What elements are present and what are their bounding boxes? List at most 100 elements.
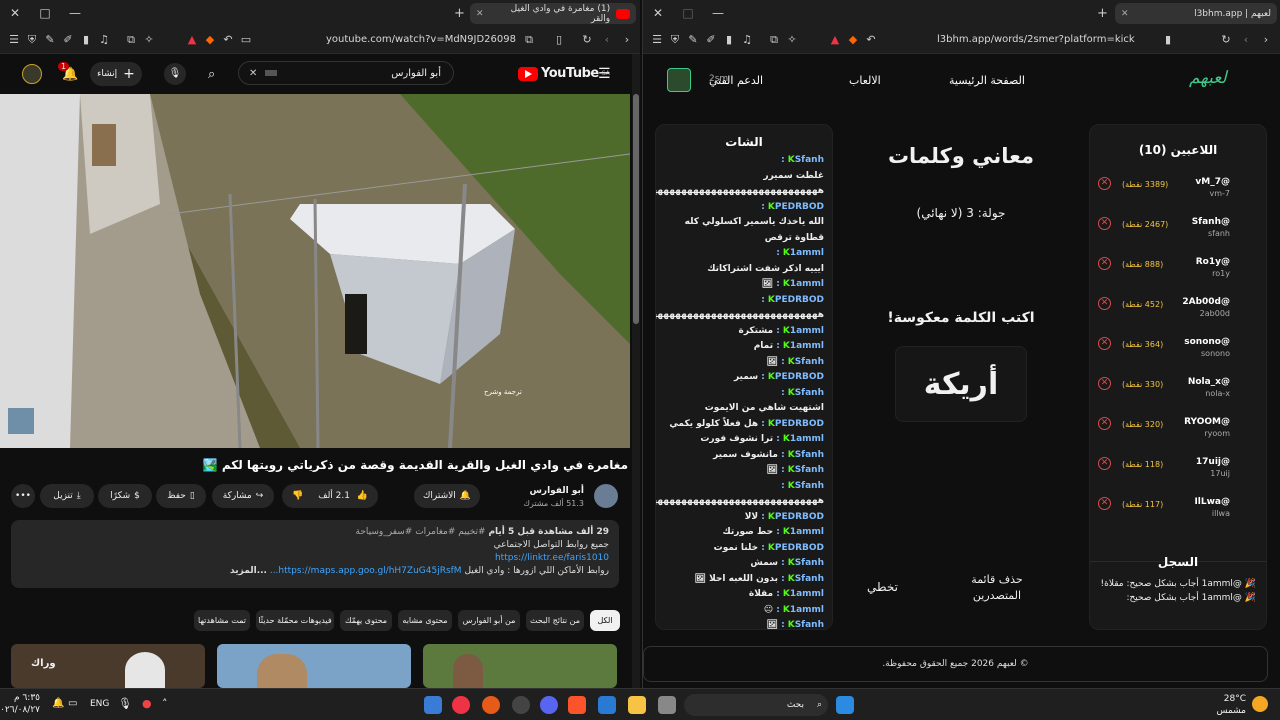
brave-icon[interactable]: ◆ — [845, 33, 861, 46]
pencil-icon[interactable]: ✐ — [703, 33, 719, 46]
remove-player-icon[interactable]: ✕ — [1098, 457, 1111, 470]
nav-back-icon[interactable]: ‹ — [599, 33, 615, 46]
chip-all[interactable]: الكل — [590, 610, 620, 631]
search-icon[interactable]: ⌕ — [208, 67, 215, 82]
remove-player-icon[interactable]: ✕ — [1098, 497, 1111, 510]
bookmark-icon[interactable]: ▯ — [551, 33, 567, 46]
search-input[interactable]: ✕ أبو الفوارس — [238, 61, 454, 85]
video-thumbnail[interactable] — [217, 644, 411, 688]
shield-icon[interactable]: ⛨ — [667, 33, 683, 47]
puzzle-icon[interactable]: ✎ — [42, 33, 58, 46]
nav-forward-icon[interactable]: › — [1258, 33, 1274, 46]
scrollbar[interactable] — [632, 54, 640, 688]
music-icon[interactable]: ♫ — [96, 33, 112, 46]
user-avatar[interactable] — [667, 68, 691, 92]
remove-player-icon[interactable]: ✕ — [1098, 377, 1111, 390]
music-icon[interactable]: ♫ — [739, 33, 755, 46]
remove-player-icon[interactable]: ✕ — [1098, 417, 1111, 430]
reload-icon[interactable]: ↻ — [1218, 33, 1234, 46]
like-icon[interactable]: 👍 — [357, 491, 368, 501]
remove-player-icon[interactable]: ✕ — [1098, 297, 1111, 310]
delete-leaderboard-button[interactable]: حذف قائمة المتصدرين — [957, 572, 1037, 604]
tab-l3bhm[interactable]: لعبهم | l3bhm.app ✕ — [1115, 3, 1277, 24]
warning-icon[interactable]: ▲ — [827, 33, 843, 46]
url-field[interactable]: l3bhm.app/words/2smer?platform=kick — [937, 34, 1135, 45]
description-box[interactable]: 29 ألف مشاهدة قبل 5 أيام #تخييم #مغامرات… — [11, 520, 619, 588]
taskbar-search[interactable]: بحث ⌕ — [684, 694, 828, 716]
reload-icon[interactable]: ↻ — [579, 33, 595, 46]
sidebar-icon[interactable]: ▮ — [78, 33, 94, 46]
maps-link[interactable]: https://maps.app.goo.gl/hH7ZuG45jRsfM... — [270, 566, 462, 576]
sidebar-icon[interactable]: ▮ — [721, 33, 737, 46]
video-thumbnail[interactable] — [423, 644, 617, 688]
share-button[interactable]: ↪ مشاركة — [212, 484, 274, 508]
word-icon[interactable] — [424, 696, 442, 714]
shield-icon[interactable]: ⛨ — [24, 33, 40, 47]
pencil-icon[interactable]: ✐ — [60, 33, 76, 46]
linktree-link[interactable]: https://linktr.ee/faris1010 — [21, 552, 609, 565]
brave-icon[interactable]: ◆ — [202, 33, 218, 46]
hamburger-menu-icon[interactable]: ☰ — [598, 66, 611, 82]
discord-icon[interactable] — [540, 696, 558, 714]
show-more-link[interactable]: ...المزيد — [230, 566, 267, 576]
chrome-icon[interactable]: ● — [142, 697, 152, 710]
new-tab-icon[interactable]: + — [1097, 6, 1108, 21]
puzzle-icon[interactable]: ✎ — [685, 33, 701, 46]
remove-player-icon[interactable]: ✕ — [1098, 337, 1111, 350]
nav-games[interactable]: الالعاب — [849, 74, 881, 87]
maximize-window-icon[interactable]: □ — [30, 6, 60, 20]
url-field[interactable]: youtube.com/watch?v=MdN9JD26098 — [326, 34, 516, 45]
chip-channel[interactable]: من أبو الفوارس — [458, 610, 520, 631]
obs-icon[interactable] — [512, 696, 530, 714]
weather-widget[interactable]: 28°C مشمس — [1216, 693, 1246, 717]
clock[interactable]: ٦:٣٥ م ٢٠٢٦/٠٨/٢٧ — [0, 692, 40, 716]
create-button[interactable]: + إنشاء — [90, 62, 142, 86]
chip-related[interactable]: محتوى مشابه — [398, 610, 452, 631]
extension-icon[interactable]: ✧ — [141, 33, 157, 46]
firefox-icon[interactable] — [482, 696, 500, 714]
dislike-icon[interactable]: 👎 — [292, 491, 303, 501]
nav-forward-icon[interactable]: › — [619, 33, 635, 46]
task-view-icon[interactable] — [658, 696, 676, 714]
subscribe-button[interactable]: 🔔 الاشتراك — [414, 484, 480, 508]
menu-icon[interactable]: ☰ — [649, 33, 665, 46]
screenshot-icon[interactable]: ⧉ — [123, 33, 139, 47]
remove-player-icon[interactable]: ✕ — [1098, 257, 1111, 270]
close-window-icon[interactable]: ✕ — [0, 6, 30, 20]
remove-player-icon[interactable]: ✕ — [1098, 177, 1111, 190]
language-indicator[interactable]: ENG — [90, 699, 109, 709]
nav-back-icon[interactable]: ‹ — [1238, 33, 1254, 46]
cast-icon[interactable]: ▭ — [238, 33, 254, 46]
chrome-app-icon[interactable] — [452, 696, 470, 714]
channel-name[interactable]: أبو الفوارس — [529, 486, 584, 496]
chip-watched[interactable]: تمت مشاهدتها — [194, 610, 250, 631]
save-button[interactable]: ▯ حفظ — [156, 484, 206, 508]
notification-bell-icon[interactable]: 🔔 — [52, 698, 64, 709]
screenshot-icon[interactable]: ⧉ — [766, 33, 782, 47]
like-count[interactable]: 2.1 ألف — [318, 491, 350, 501]
bookmark-icon[interactable]: ▮ — [1160, 33, 1176, 46]
new-tab-icon[interactable]: + — [454, 6, 465, 21]
microphone-icon[interactable]: 🎙 — [164, 63, 186, 85]
chip-search-results[interactable]: من نتائج البحث — [526, 610, 584, 631]
youtube-logo[interactable]: YouTube SA — [518, 66, 610, 81]
warning-icon[interactable]: ▲ — [184, 33, 200, 46]
more-actions-icon[interactable]: ••• — [11, 484, 35, 508]
chip-recently-uploaded[interactable]: فيديوهات محمّلة حديثًا — [256, 610, 334, 631]
minimize-window-icon[interactable]: — — [703, 6, 733, 20]
site-logo[interactable]: لعبهم — [1189, 68, 1227, 88]
keyboard-icon[interactable] — [265, 70, 277, 76]
maximize-window-icon[interactable]: □ — [673, 6, 703, 20]
menu-icon[interactable]: ☰ — [6, 33, 22, 46]
chip-for-you[interactable]: محتوى يهمّك — [340, 610, 392, 631]
brave-app-icon[interactable] — [568, 696, 586, 714]
weather-sun-icon[interactable] — [1252, 696, 1268, 712]
channel-avatar[interactable] — [594, 484, 618, 508]
back-icon[interactable]: ↶ — [220, 33, 236, 46]
skip-button[interactable]: تخطي — [867, 580, 898, 594]
store-icon[interactable] — [598, 696, 616, 714]
close-tab-icon[interactable]: ✕ — [1121, 9, 1129, 19]
thanks-button[interactable]: $ شكرًا — [98, 484, 152, 508]
back-icon[interactable]: ↶ — [863, 33, 879, 46]
nav-home[interactable]: الصفحة الرئيسية — [949, 74, 1025, 87]
